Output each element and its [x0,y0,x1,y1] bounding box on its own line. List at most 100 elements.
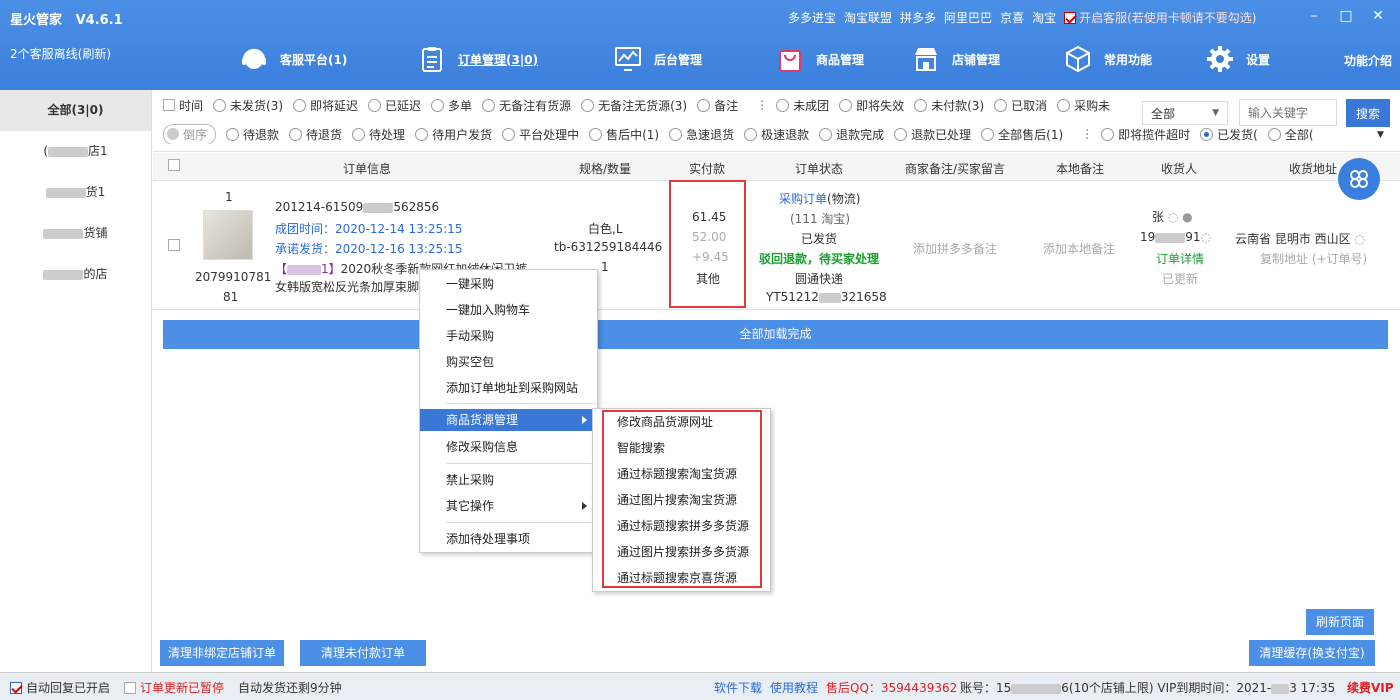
link-alibaba[interactable]: 阿里巴巴 [944,9,992,26]
filter-option[interactable]: 未成团 [776,97,829,114]
order-update-checkbox[interactable] [124,681,136,694]
keyword-input[interactable] [1239,99,1337,126]
radio[interactable] [293,98,307,112]
menu-item-other-actions[interactable]: 其它操作 [420,495,597,517]
filter-option[interactable]: 已取消 [994,97,1047,114]
filter-option[interactable]: 备注 [697,97,738,114]
filter-option[interactable]: 极速退款 [744,126,809,143]
menu-item-forbid-purchase[interactable]: 禁止采购 [420,469,597,491]
filter-option[interactable]: 急速退货 [669,126,734,143]
order-update-toggle[interactable]: 订单更新已暂停 [124,679,224,696]
radio[interactable] [226,127,240,141]
radio[interactable] [776,98,790,112]
radio[interactable] [502,127,516,141]
link-duoduojinbao[interactable]: 多多进宝 [788,9,836,26]
filter-option-shipped[interactable]: 已发货( [1200,126,1258,143]
sidebar-item-store-2[interactable]: 货1 [0,172,151,213]
filter-option[interactable]: 待用户发货 [415,126,492,143]
auto-reply-checkbox[interactable] [10,681,22,694]
nav-kefu-platform[interactable]: 客服平台(1) [240,45,418,73]
link-pinduoduo[interactable]: 拼多多 [900,9,936,26]
sidebar-item-store-3[interactable]: 货铺 [0,213,151,254]
scroll-down-icon[interactable]: ▼ [1377,130,1384,140]
refresh-icon[interactable]: ◌ [1164,210,1182,224]
renew-vip-link[interactable]: 续费VIP [1347,679,1394,696]
sidebar-item-all[interactable]: 全部(3|0) [0,90,151,131]
clear-cache-button[interactable]: 清理缓存(换支付宝) [1249,640,1375,666]
menu-item-source-management[interactable]: 商品货源管理 [420,409,597,431]
table-row[interactable]: 1 2079910781 81 201214-61509 562856 成团时间：… [153,182,1400,310]
radio[interactable] [819,127,833,141]
sidebar-item-store-1[interactable]: (店1 [0,131,151,172]
link-taobao[interactable]: 淘宝 [1032,9,1056,26]
purchase-order-link[interactable]: 采购订单(物流) [779,190,860,207]
radio[interactable] [352,127,366,141]
add-local-note[interactable]: 添加本地备注 [1043,240,1115,257]
filter-option[interactable]: 未发货(3) [213,97,283,114]
maximize-button[interactable]: □ [1330,8,1362,24]
clear-unbound-orders-button[interactable]: 清理非绑定店铺订单 [160,640,284,666]
filter-option[interactable]: 已延迟 [368,97,421,114]
refresh-icon[interactable]: ◌ [1351,232,1364,246]
tracking-number[interactable]: YT51212 321658 [766,290,887,304]
radio[interactable] [1101,127,1115,141]
nav-common[interactable]: 常用功能 [1064,45,1206,73]
reverse-order-toggle[interactable]: 倒序 [163,124,217,144]
radio[interactable] [697,98,711,112]
filter-option[interactable]: 退款已处理 [894,126,971,143]
filter-option[interactable]: 即将延迟 [293,97,358,114]
filter-option[interactable]: 采购未 [1057,97,1110,114]
filter-option[interactable]: 即将揽件超时 [1101,126,1190,143]
time-sort-option[interactable]: 时间 [163,97,203,114]
download-link[interactable]: 软件下载 [714,679,762,696]
nav-order-management[interactable]: 订单管理(3|0) [418,45,614,73]
filter-option[interactable]: 待退货 [289,126,342,143]
refresh-page-button[interactable]: 刷新页面 [1306,609,1374,635]
radio[interactable] [1200,127,1214,141]
radio[interactable] [368,98,382,112]
shop-select[interactable]: 全部 ▼ [1142,101,1228,125]
support-qq[interactable]: 售后QQ：3594439362 [826,679,957,696]
menu-item-one-click-purchase[interactable]: 一键采购 [420,273,597,295]
radio[interactable] [894,127,908,141]
tutorial-link[interactable]: 使用教程 [770,679,818,696]
minimize-button[interactable]: – [1298,8,1330,24]
filter-option[interactable]: 平台处理中 [502,126,579,143]
float-menu-button[interactable] [1338,158,1380,200]
radio[interactable] [589,127,603,141]
select-all-checkbox[interactable] [168,159,180,171]
menu-item-add-address-to-site[interactable]: 添加订单地址到采购网站 [420,377,597,399]
radio[interactable] [289,127,303,141]
nav-goods[interactable]: 商品管理 [776,45,912,73]
radio[interactable] [981,127,995,141]
filter-option[interactable]: 售后中(1) [589,126,659,143]
search-button[interactable]: 搜索 [1346,99,1390,127]
filter-option[interactable]: 未付款(3) [914,97,984,114]
radio[interactable] [213,98,227,112]
nav-store[interactable]: 店铺管理 [912,45,1064,73]
filter-option[interactable]: 全部( [1267,126,1314,143]
clear-unpaid-orders-button[interactable]: 清理未付款订单 [300,640,426,666]
radio[interactable] [1057,98,1071,112]
radio[interactable] [415,127,429,141]
menu-item-edit-purchase-info[interactable]: 修改采购信息 [420,436,597,458]
close-button[interactable]: ✕ [1362,8,1394,24]
kefu-checkbox[interactable] [1064,11,1077,24]
link-jingxi[interactable]: 京喜 [1000,9,1024,26]
refresh-icon[interactable]: ◌ [1201,230,1211,244]
nav-backend[interactable]: 后台管理 [614,45,776,73]
auto-reply-toggle[interactable]: 自动回复已开启 [10,679,110,696]
radio[interactable] [744,127,758,141]
menu-item-add-to-cart[interactable]: 一键加入购物车 [420,299,597,321]
filter-option[interactable]: 多单 [431,97,472,114]
radio[interactable] [914,98,928,112]
copy-address-link[interactable]: 复制地址 (+订单号) [1260,250,1367,267]
menu-item-buy-empty-package[interactable]: 购买空包 [420,351,597,373]
chat-icon[interactable]: ● [1182,210,1192,224]
add-merchant-note[interactable]: 添加拼多多备注 [913,240,997,257]
product-thumbnail[interactable] [203,210,253,260]
order-number[interactable]: 201214-61509 562856 [275,200,439,214]
nav-settings[interactable]: 设置 [1206,45,1306,73]
filter-option[interactable]: 无备注无货源(3) [581,97,687,114]
menu-item-add-todo[interactable]: 添加待处理事项 [420,528,597,550]
